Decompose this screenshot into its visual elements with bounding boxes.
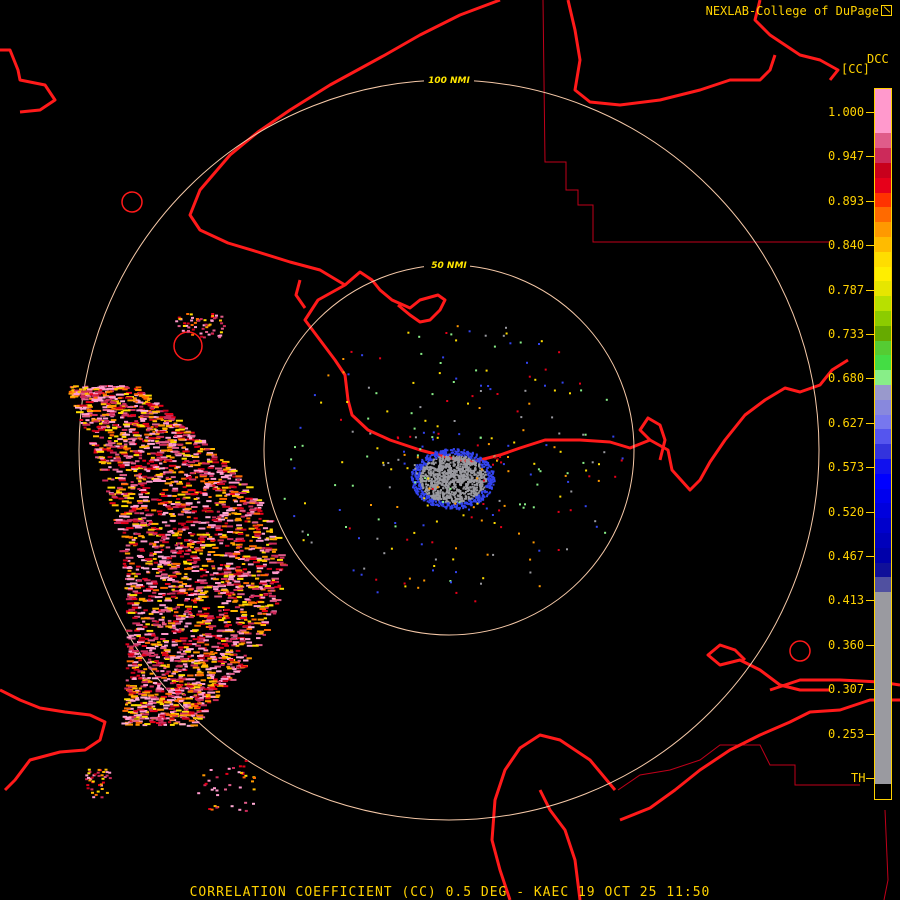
legend-swatch [875,414,891,430]
legend-swatch [875,444,891,459]
legend-swatch [875,384,891,400]
range-ring-labels: 50 NMI 100 NMI [424,74,474,271]
legend-swatch [875,281,891,297]
legend-swatch [875,177,891,193]
product-title: CORRELATION COEFFICIENT (CC) 0.5 DEG - K… [189,885,711,900]
range-ring-100 [78,79,820,821]
legend-tick-mark [866,289,874,291]
legend-swatch [875,89,891,104]
legend-tick-mark [866,334,874,335]
legend-tick-label: 0.787 [828,282,865,297]
legend-swatch [875,236,891,252]
range-ring-50 [263,264,635,636]
legend-color-bar [874,88,892,800]
legend-tick-label: 0.253 [828,726,865,741]
legend-tick-label: 0.840 [828,238,865,253]
legend-swatch [875,503,891,519]
legend-swatch [875,710,891,726]
legend-tick-mark [866,422,874,424]
legend-swatch [875,532,891,548]
legend-tick-mark [866,156,874,158]
legend-swatch [875,133,891,149]
legend-swatch [875,651,891,667]
legend-swatch [875,518,891,533]
legend-tick-mark [866,112,874,113]
legend-swatch [875,769,891,785]
legend-swatch [875,606,891,622]
legend-swatch [875,547,891,563]
legend-swatch [875,680,891,696]
legend-tick-mark [866,556,874,557]
legend-swatch [875,222,891,237]
legend-swatch [875,754,891,770]
legend-swatch [875,296,891,311]
legend-swatch [875,458,891,474]
legend-tick-label: TH [851,771,866,785]
legend-unit: [CC] [841,62,870,76]
legend-swatch [875,148,891,163]
legend-tick-label: 0.627 [828,415,865,430]
legend-swatch [875,103,891,119]
legend-swatch [875,725,891,741]
legend-swatch [875,207,891,223]
external-link-icon[interactable] [881,5,892,16]
credit-text: NEXLAB-College of DuPage [705,4,879,18]
legend-swatch [875,162,891,178]
legend-swatch [875,355,891,371]
legend-swatch [875,784,891,800]
legend-tick-label: 0.893 [828,193,865,208]
legend-swatch [875,621,891,637]
legend-swatch [875,666,891,681]
legend-tick-label: 0.360 [828,637,865,652]
radar-map: 50 NMI 100 NMI [0,0,900,900]
legend-swatch [875,592,891,607]
legend-tick-label: 0.307 [828,682,865,697]
legend-tick-label: 0.733 [828,327,865,341]
legend-tick-mark [866,200,874,202]
legend-tick-mark [866,245,874,247]
legend-tick-label: 0.413 [828,593,865,608]
legend-tick-label: 0.680 [828,371,865,386]
legend-swatch [875,429,891,445]
legend-swatch [875,740,891,755]
legend-tick-label: 0.520 [828,504,865,519]
range-ring-label-50: 50 NMI [431,261,467,271]
legend-swatch [875,251,891,267]
legend-swatch [875,340,891,356]
legend-swatch [875,310,891,326]
legend-tick-mark [866,600,874,602]
legend-tick-label: 1.000 [828,105,865,119]
credit-label: NEXLAB-College of DuPage [706,4,892,18]
legend-swatch [875,325,891,341]
legend-title: DCC [867,52,889,66]
legend-swatch [875,266,891,282]
legend-tick-mark [866,689,874,691]
legend-swatch [875,118,891,134]
legend-tick-mark [866,467,874,469]
legend-tick-mark [866,511,874,513]
legend-swatch [875,695,891,711]
legend-tick-mark [866,778,874,779]
legend-tick-mark [866,378,874,380]
legend-swatch [875,473,891,489]
legend-tick-label: 0.573 [828,460,865,475]
legend-swatch [875,370,891,385]
legend-swatch [875,636,891,652]
legend-tick-label: 0.467 [828,549,865,563]
legend-tick-mark [866,644,874,646]
legend-swatch [875,488,891,504]
legend-swatch [875,192,891,208]
legend-tick-label: 0.947 [828,149,865,164]
legend-swatch [875,562,891,578]
legend-swatch [875,399,891,415]
legend-tick-mark [866,733,874,735]
legend-swatch [875,577,891,593]
range-ring-label-100: 100 NMI [428,76,470,86]
range-rings [78,79,820,821]
